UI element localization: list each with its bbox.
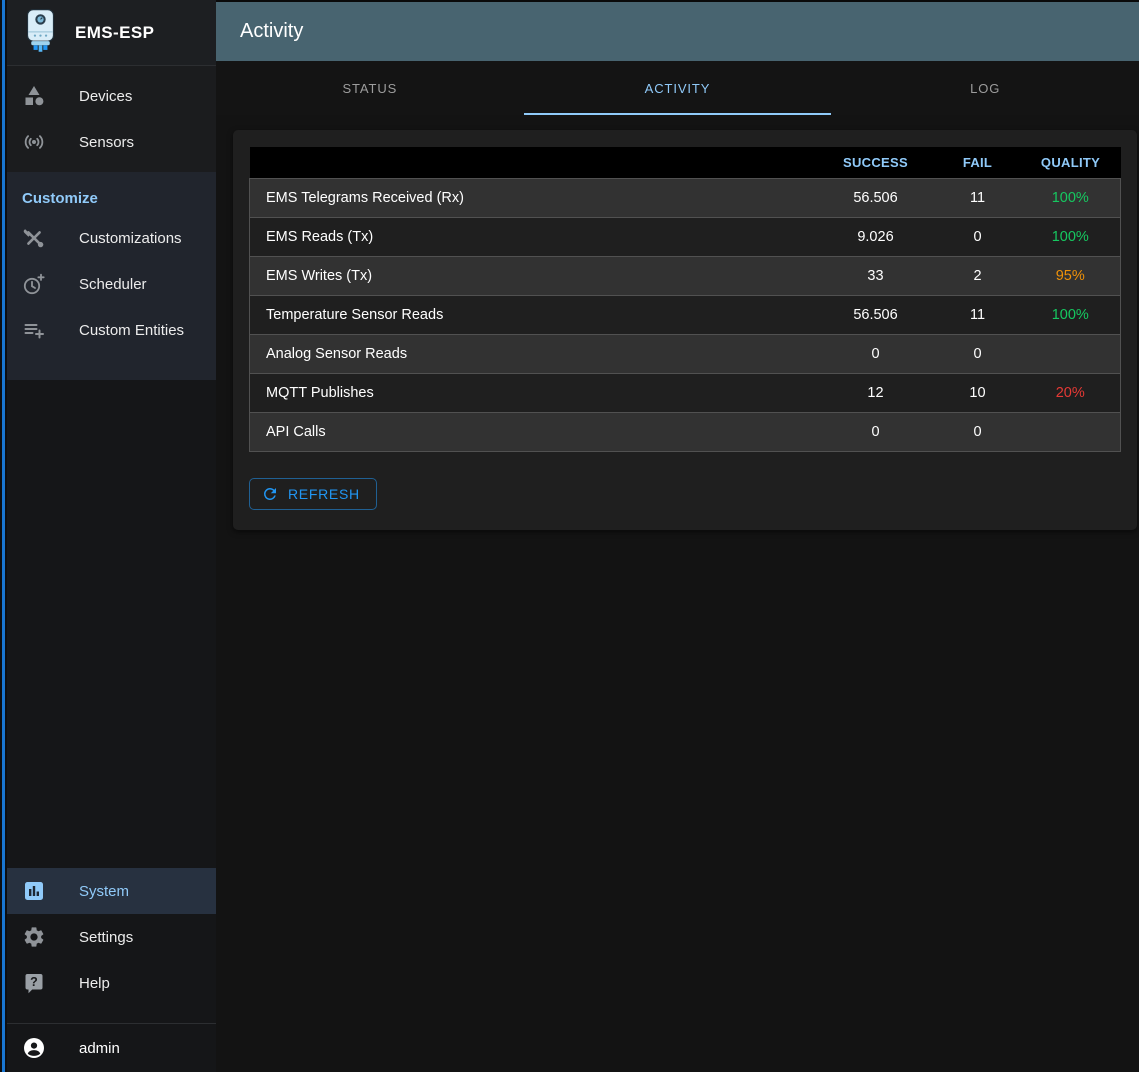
row-fail: 11 — [935, 296, 1021, 335]
sidebar: EMS-ESP Devices — [7, 0, 216, 1072]
tab-bar: STATUS ACTIVITY LOG — [216, 61, 1139, 115]
construction-tools-icon — [22, 226, 46, 250]
sidebar-item-label: Settings — [79, 929, 133, 946]
refresh-button-label: REFRESH — [288, 486, 360, 502]
row-label: Temperature Sensor Reads — [250, 296, 817, 335]
quality-value: 20% — [1056, 385, 1085, 401]
sidebar-item-label: Sensors — [79, 134, 134, 151]
row-quality: 100% — [1021, 218, 1121, 257]
sidebar-item-settings[interactable]: Settings — [7, 914, 216, 960]
column-header-success: SUCCESS — [817, 147, 935, 179]
row-fail: 10 — [935, 374, 1021, 413]
row-success: 0 — [817, 335, 935, 374]
row-fail: 0 — [935, 335, 1021, 374]
table-row: API Calls 0 0 — [250, 413, 1121, 452]
row-label: EMS Writes (Tx) — [250, 257, 817, 296]
sidebar-spacer — [7, 380, 216, 868]
sidebar-item-custom-entities[interactable]: Custom Entities — [7, 307, 216, 353]
sidebar-user-admin[interactable]: admin — [7, 1024, 216, 1072]
row-label: MQTT Publishes — [250, 374, 817, 413]
topbar: Activity — [216, 0, 1139, 61]
row-fail: 11 — [935, 179, 1021, 218]
row-quality: 20% — [1021, 374, 1121, 413]
sidebar-main-section: Devices Sensors — [7, 66, 216, 172]
devices-category-icon — [22, 84, 46, 108]
row-label: EMS Telegrams Received (Rx) — [250, 179, 817, 218]
page-title: Activity — [240, 20, 303, 43]
quality-value: 95% — [1056, 268, 1085, 284]
column-header-quality: QUALITY — [1021, 147, 1121, 179]
activity-table-header: SUCCESS FAIL QUALITY — [250, 147, 1121, 179]
app-title: EMS-ESP — [75, 23, 154, 43]
sidebar-header: EMS-ESP — [7, 0, 216, 66]
row-success: 56.506 — [817, 296, 935, 335]
main-area: Activity STATUS ACTIVITY LOG SUCCESS FAI… — [216, 0, 1139, 1072]
sidebar-item-system[interactable]: System — [7, 868, 216, 914]
help-bubble-icon: ? — [22, 971, 46, 995]
row-quality: 95% — [1021, 257, 1121, 296]
svg-text:?: ? — [30, 975, 38, 989]
user-label: admin — [79, 1040, 120, 1057]
tab-activity[interactable]: ACTIVITY — [524, 61, 832, 115]
table-row: EMS Reads (Tx) 9.026 0 100% — [250, 218, 1121, 257]
row-quality: 100% — [1021, 179, 1121, 218]
column-header-label — [250, 147, 817, 179]
table-row: Temperature Sensor Reads 56.506 11 100% — [250, 296, 1121, 335]
ems-esp-boiler-logo-icon — [22, 8, 59, 58]
row-label: EMS Reads (Tx) — [250, 218, 817, 257]
row-quality — [1021, 413, 1121, 452]
table-row: MQTT Publishes 12 10 20% — [250, 374, 1121, 413]
window-edge-strip — [0, 0, 7, 1072]
row-success: 12 — [817, 374, 935, 413]
table-row: EMS Writes (Tx) 33 2 95% — [250, 257, 1121, 296]
quality-value: 100% — [1052, 229, 1089, 245]
row-label: Analog Sensor Reads — [250, 335, 817, 374]
row-success: 56.506 — [817, 179, 935, 218]
activity-card: SUCCESS FAIL QUALITY EMS Telegrams Recei… — [233, 130, 1137, 530]
bar-chart-icon — [22, 879, 46, 903]
table-row: Analog Sensor Reads 0 0 — [250, 335, 1121, 374]
activity-table: SUCCESS FAIL QUALITY EMS Telegrams Recei… — [249, 147, 1121, 452]
playlist-add-icon — [22, 318, 46, 342]
sidebar-item-label: Scheduler — [79, 276, 147, 293]
row-fail: 2 — [935, 257, 1021, 296]
sensors-icon — [22, 130, 46, 154]
table-row: EMS Telegrams Received (Rx) 56.506 11 10… — [250, 179, 1121, 218]
row-quality: 100% — [1021, 296, 1121, 335]
row-success: 9.026 — [817, 218, 935, 257]
customize-section-header: Customize — [7, 172, 216, 215]
sidebar-item-label: System — [79, 883, 129, 900]
sidebar-item-label: Devices — [79, 88, 132, 105]
sidebar-item-help[interactable]: ? Help — [7, 960, 216, 1006]
quality-value: 100% — [1052, 190, 1089, 206]
sidebar-customize-section: Customize Customizations — [7, 172, 216, 380]
sidebar-item-customizations[interactable]: Customizations — [7, 215, 216, 261]
sidebar-item-scheduler[interactable]: Scheduler — [7, 261, 216, 307]
row-fail: 0 — [935, 218, 1021, 257]
row-quality — [1021, 335, 1121, 374]
app-root: EMS-ESP Devices — [0, 0, 1139, 1072]
sidebar-item-label: Customizations — [79, 230, 182, 247]
sidebar-item-label: Custom Entities — [79, 322, 184, 339]
clock-plus-icon — [22, 272, 46, 296]
gear-icon — [22, 925, 46, 949]
row-label: API Calls — [250, 413, 817, 452]
sidebar-item-sensors[interactable]: Sensors — [7, 119, 216, 165]
column-header-fail: FAIL — [935, 147, 1021, 179]
row-fail: 0 — [935, 413, 1021, 452]
quality-value: 100% — [1052, 307, 1089, 323]
sidebar-bottom-section: System Settings ? Help — [7, 868, 216, 1023]
account-circle-icon — [22, 1036, 46, 1060]
sidebar-item-label: Help — [79, 975, 110, 992]
row-success: 33 — [817, 257, 935, 296]
tab-status[interactable]: STATUS — [216, 61, 524, 115]
row-success: 0 — [817, 413, 935, 452]
refresh-button[interactable]: REFRESH — [249, 478, 377, 510]
sidebar-item-devices[interactable]: Devices — [7, 73, 216, 119]
tab-log[interactable]: LOG — [831, 61, 1139, 115]
refresh-icon — [261, 485, 279, 503]
